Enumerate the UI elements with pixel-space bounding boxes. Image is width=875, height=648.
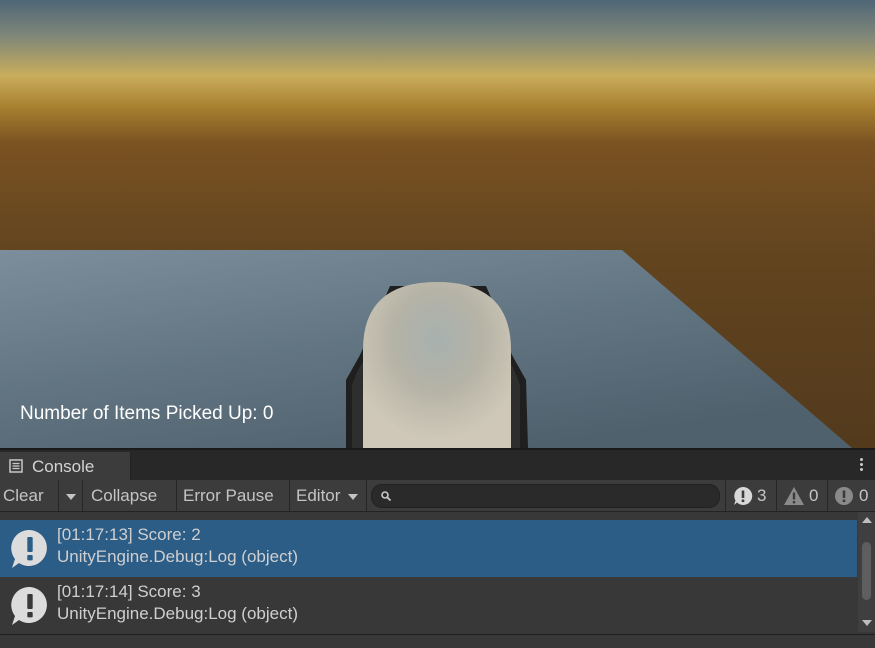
game-view: Number of Items Picked Up: 0 <box>0 0 875 448</box>
error-pause-button[interactable]: Error Pause <box>177 480 290 511</box>
collapse-button[interactable]: Collapse <box>84 480 177 511</box>
warning-count: 0 <box>809 486 819 505</box>
clear-options-dropdown[interactable] <box>59 480 83 511</box>
scroll-down-icon[interactable] <box>862 620 872 626</box>
error-count: 0 <box>859 486 869 505</box>
player-capsule <box>363 282 511 448</box>
search-icon <box>381 491 392 502</box>
tab-console[interactable]: Console <box>0 452 131 480</box>
error-count-toggle[interactable]: 0 <box>827 480 875 511</box>
log-stack: UnityEngine.Debug:Log (object) <box>57 547 298 566</box>
chevron-down-icon <box>348 493 359 500</box>
clear-button[interactable]: Clear <box>0 480 59 511</box>
log-scrollbar[interactable] <box>858 512 875 632</box>
log-list: [01:17:13] Score: 2 UnityEngine.Debug:Lo… <box>0 512 857 632</box>
collapse-label: Collapse <box>91 486 158 505</box>
log-count-toggle[interactable]: 3 <box>725 480 776 511</box>
more-options-icon[interactable] <box>859 458 865 472</box>
log-entry[interactable]: [01:17:13] Score: 2 UnityEngine.Debug:Lo… <box>0 520 857 577</box>
editor-label: Editor <box>296 486 341 505</box>
info-icon <box>11 586 47 625</box>
search-input[interactable] <box>371 484 720 508</box>
scroll-up-icon[interactable] <box>862 517 872 523</box>
stack-trace-panel <box>0 634 875 648</box>
warning-icon <box>784 487 804 505</box>
editor-dropdown[interactable]: Editor <box>290 480 367 511</box>
info-icon <box>11 529 47 568</box>
scroll-thumb[interactable] <box>862 542 871 600</box>
warning-count-toggle[interactable]: 0 <box>776 480 827 511</box>
console-icon <box>9 459 23 473</box>
clear-label: Clear <box>3 486 44 505</box>
tab-console-label: Console <box>32 457 95 476</box>
scene-render <box>0 0 875 448</box>
log-message: [01:17:14] Score: 3 <box>57 582 201 601</box>
console-tabbar: Console <box>0 450 875 480</box>
log-count: 3 <box>757 486 767 505</box>
items-picked-up-text: Number of Items Picked Up: 0 <box>20 403 274 424</box>
chevron-down-icon <box>65 493 76 500</box>
error-pause-label: Error Pause <box>183 486 274 505</box>
console-toolbar: Clear Collapse Error Pause Editor 3 0 0 <box>0 480 875 512</box>
log-stack: UnityEngine.Debug:Log (object) <box>57 604 298 623</box>
log-entry[interactable]: [01:17:14] Score: 3 UnityEngine.Debug:Lo… <box>0 577 857 632</box>
error-icon <box>835 487 853 505</box>
console-window: Console Clear Collapse Error Pause Edito… <box>0 448 875 648</box>
info-icon <box>734 486 753 505</box>
log-message: [01:17:13] Score: 2 <box>57 525 201 544</box>
